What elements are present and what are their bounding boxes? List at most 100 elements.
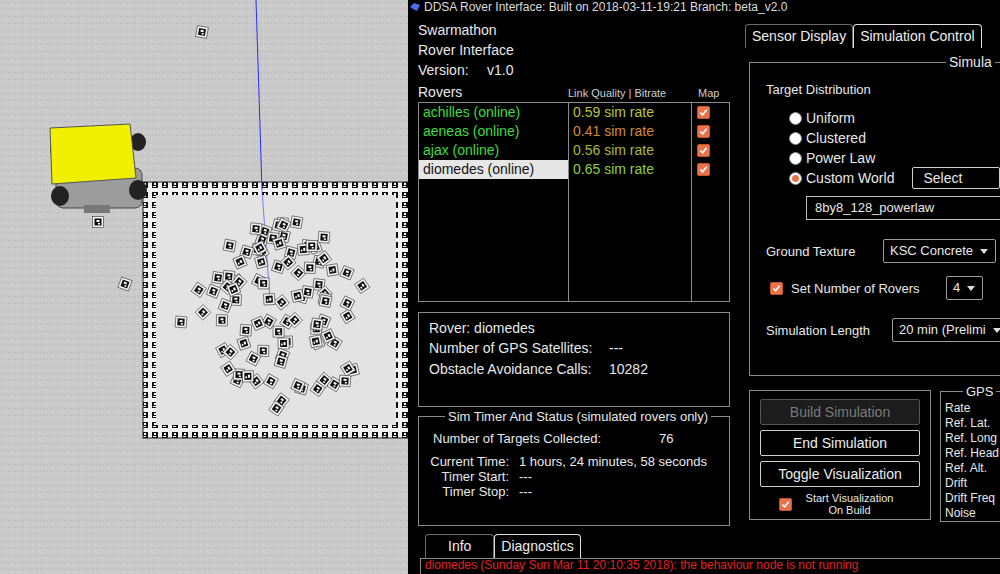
- simulation-view[interactable]: [0, 0, 408, 574]
- app-icon: [410, 3, 420, 11]
- target-tag: [316, 251, 331, 266]
- gps-title: GPS: [963, 384, 996, 399]
- map-checkbox[interactable]: [697, 125, 710, 138]
- log-tabs: InfoDiagnostics: [408, 534, 1000, 558]
- target-tag: [255, 255, 269, 269]
- world-field[interactable]: 8by8_128_powerlaw: [806, 196, 1000, 220]
- control-button[interactable]: End Simulation: [760, 430, 920, 456]
- target-tag: [196, 26, 209, 39]
- ground-texture-dropdown[interactable]: KSC Concrete: [883, 239, 996, 263]
- target-tag: [306, 240, 317, 251]
- sim-length-dropdown[interactable]: 20 min (Prelimi: [892, 318, 1000, 342]
- target-tag: [218, 298, 232, 312]
- radio-row[interactable]: Power Law: [789, 148, 1000, 168]
- status-row: Number of Targets Collected:76: [429, 428, 719, 450]
- rover-rate: 0.56 sim rate: [569, 141, 691, 160]
- map-checkbox[interactable]: [697, 106, 710, 119]
- target-tag: [276, 218, 291, 233]
- target-tag: [264, 374, 279, 389]
- sim-status-title: Sim Timer And Status (simulated rovers o…: [445, 409, 711, 424]
- rover-count-dropdown[interactable]: 4: [946, 276, 983, 300]
- gps-field: Ref. Long: [945, 431, 1000, 446]
- nest: [143, 182, 408, 438]
- simulation-panel: SimulaTarget DistributionUniformClustere…: [749, 54, 1000, 376]
- target-tag: [258, 278, 269, 289]
- target-tag: [212, 271, 225, 284]
- target-tag: [355, 278, 370, 293]
- target-tag: [280, 255, 296, 271]
- rover-rate: 0.59 sim rate: [569, 103, 691, 122]
- target-tag: [309, 335, 322, 348]
- gps-field: Ref. Head: [945, 446, 1000, 461]
- gps-field: Noise: [945, 506, 1000, 521]
- target-tag: [290, 216, 303, 229]
- tab[interactable]: Simulation Control: [853, 24, 981, 48]
- target-tag: [317, 372, 332, 387]
- right-tabs: Sensor DisplaySimulation Control: [745, 24, 1000, 48]
- column-header: Map: [691, 86, 730, 100]
- simulation-canvas[interactable]: [0, 0, 408, 574]
- radio-row[interactable]: Clustered: [789, 128, 1000, 148]
- rover-row[interactable]: diomedes (online): [419, 160, 568, 179]
- target-tag: [246, 351, 261, 366]
- target-tag: [223, 344, 239, 360]
- visualize-checkbox[interactable]: [779, 498, 792, 511]
- gps-panel: GPSRateRef. Lat.Ref. LongRef. HeadRef. A…: [940, 384, 1000, 522]
- screen: DDSA Rover Interface: Built on 2018-03-1…: [0, 0, 1000, 574]
- target-tag: [258, 345, 269, 356]
- control-panel: Build Simulation End Simulation Toggle Vis…: [749, 390, 931, 520]
- map-checkbox[interactable]: [697, 163, 710, 176]
- target-tag: [339, 375, 351, 387]
- target-tag: [274, 295, 289, 310]
- target-tag: [223, 239, 236, 252]
- log-line: diomedes (Sunday Sun Mar 11 20:10:35 201…: [425, 559, 996, 572]
- radio-button[interactable]: [789, 112, 802, 125]
- target-tag: [272, 237, 286, 251]
- target-tag: [216, 315, 227, 326]
- target-tag: [291, 378, 305, 392]
- sim-length-row: Simulation Length20 min (Prelimi: [766, 317, 1000, 343]
- rover-row[interactable]: aeneas (online): [419, 122, 568, 141]
- column-header: Link Quality | Bitrate: [568, 86, 691, 100]
- rover-row[interactable]: ajax (online): [419, 141, 568, 160]
- status-row: Current Time:1 hours, 24 minutes, 58 sec…: [429, 454, 719, 469]
- gps-field: Ref. Lat.: [945, 416, 1000, 431]
- target-tag: [340, 266, 354, 280]
- check-icon: [772, 284, 781, 293]
- target-tag: [240, 324, 252, 336]
- target-tag: [278, 338, 289, 349]
- radio-row[interactable]: Uniform: [789, 108, 1000, 128]
- target-tag: [264, 293, 276, 305]
- rovers-label: Rovers: [418, 84, 568, 100]
- right-column: Sensor DisplaySimulation ControlSimulaTa…: [745, 14, 1000, 534]
- target-tag: [269, 401, 284, 416]
- control-button[interactable]: Toggle Visualization: [760, 461, 920, 487]
- rovers-header: RoversLink Quality | BitrateMap: [418, 80, 730, 100]
- radio-button[interactable]: [789, 172, 802, 185]
- gps-field: Drift: [945, 476, 1000, 491]
- control-button[interactable]: Build Simulation: [760, 399, 920, 425]
- tab[interactable]: Info: [425, 534, 494, 558]
- target-tag: [287, 312, 303, 328]
- target-tag: [304, 262, 315, 273]
- check-icon: [699, 108, 708, 117]
- visualize-on-build-row[interactable]: Start Visualization On Build: [760, 492, 920, 516]
- target-tag: [340, 361, 355, 376]
- target-tag: [220, 361, 235, 376]
- rover-list[interactable]: achilles (online)aeneas (online)ajax (on…: [418, 102, 730, 302]
- info-row: Obstacle Avoidance Calls:10282: [429, 359, 719, 380]
- window-title: DDSA Rover Interface: Built on 2018-03-1…: [424, 0, 787, 14]
- map-checkbox[interactable]: [697, 144, 710, 157]
- radio-row[interactable]: Custom WorldSelect: [789, 168, 1000, 188]
- tab[interactable]: Sensor Display: [745, 24, 853, 48]
- target-tag: [273, 326, 284, 337]
- tab[interactable]: Diagnostics: [494, 534, 580, 558]
- radio-button[interactable]: [789, 152, 802, 165]
- rover-count-checkbox[interactable]: [770, 282, 783, 295]
- target-tag: [326, 264, 339, 277]
- target-distribution-label: Target Distribution: [766, 80, 1000, 100]
- select-button[interactable]: Select: [912, 167, 1000, 189]
- rover-robot[interactable]: [50, 124, 147, 213]
- radio-button[interactable]: [789, 132, 802, 145]
- rover-row[interactable]: achilles (online): [419, 103, 568, 122]
